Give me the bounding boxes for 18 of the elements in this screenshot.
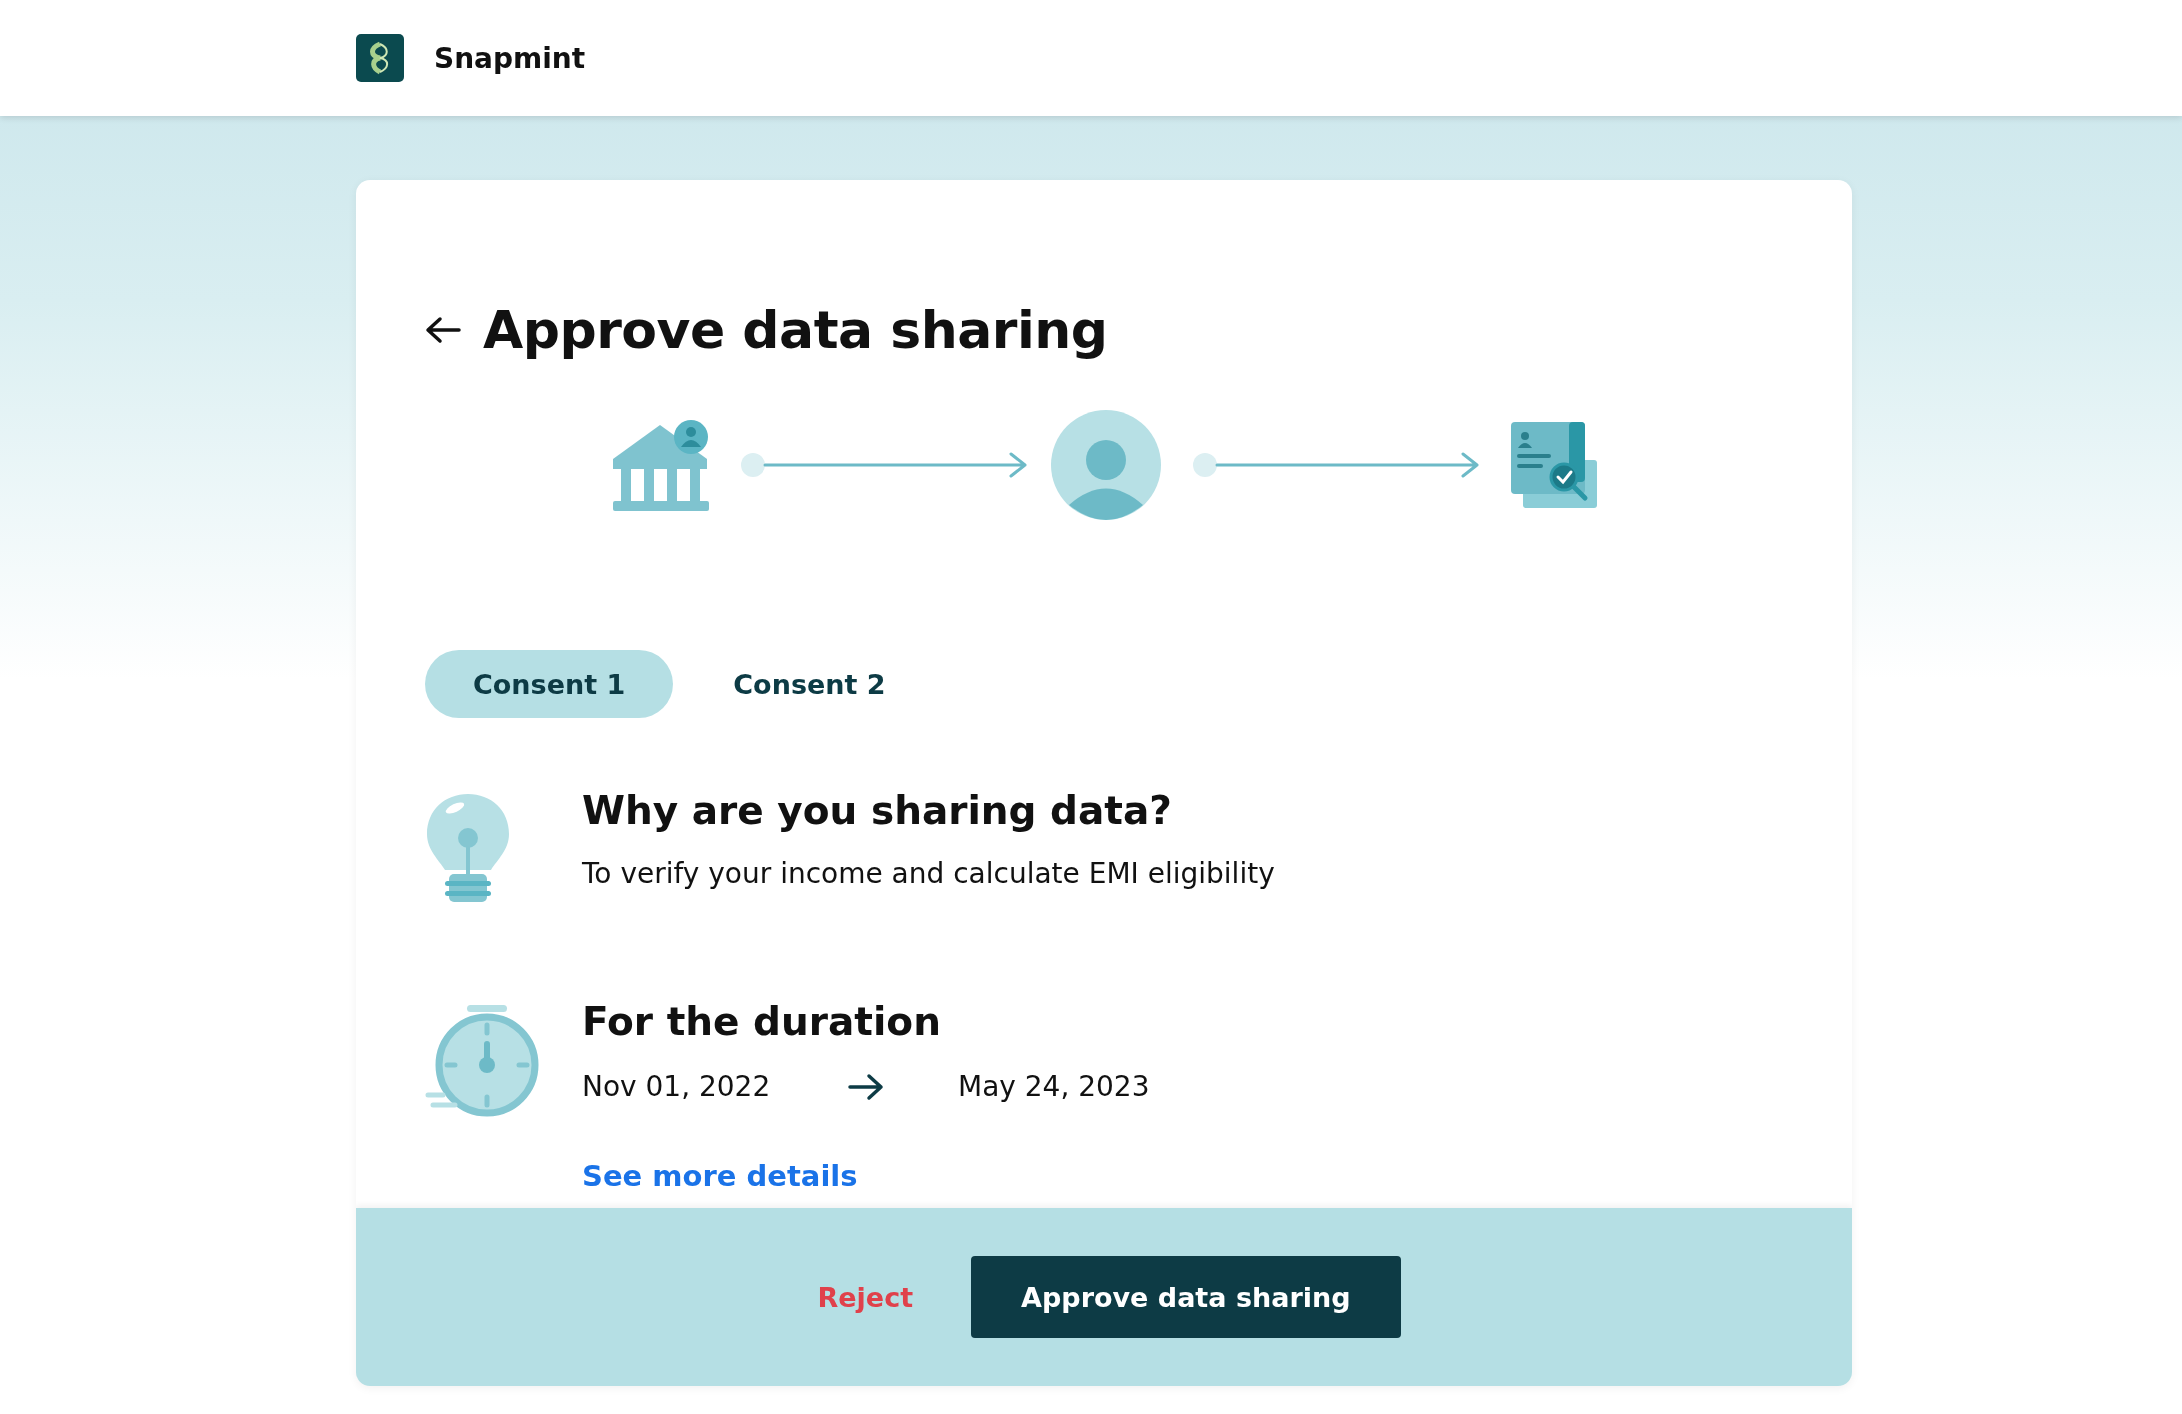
start-date: Nov 01, 2022 [582, 1070, 772, 1103]
consent-tab[interactable]: Consent 1 [425, 650, 674, 718]
end-date: May 24, 2023 [958, 1070, 1151, 1103]
section-heading: For the duration [582, 999, 942, 1044]
section-text: To verify your income and calculate EMI eligibility [582, 857, 1276, 890]
brand-name: Snapmint [434, 41, 586, 75]
see-more-link[interactable]: See more details [582, 1159, 858, 1193]
user-avatar-icon [1051, 410, 1161, 520]
back-button[interactable] [425, 315, 461, 345]
consent-tab[interactable]: Consent 2 [685, 650, 934, 718]
document-check-icon [1509, 420, 1599, 510]
page-title: Approve data sharing [483, 300, 1108, 360]
approve-button[interactable]: Approve data sharing [971, 1256, 1401, 1338]
back-arrow-icon [425, 315, 461, 345]
arrow-right-icon [848, 1072, 884, 1101]
section-heading: Why are you sharing data? [582, 788, 1173, 833]
logo-icon [356, 34, 404, 82]
bank-icon [611, 419, 711, 511]
